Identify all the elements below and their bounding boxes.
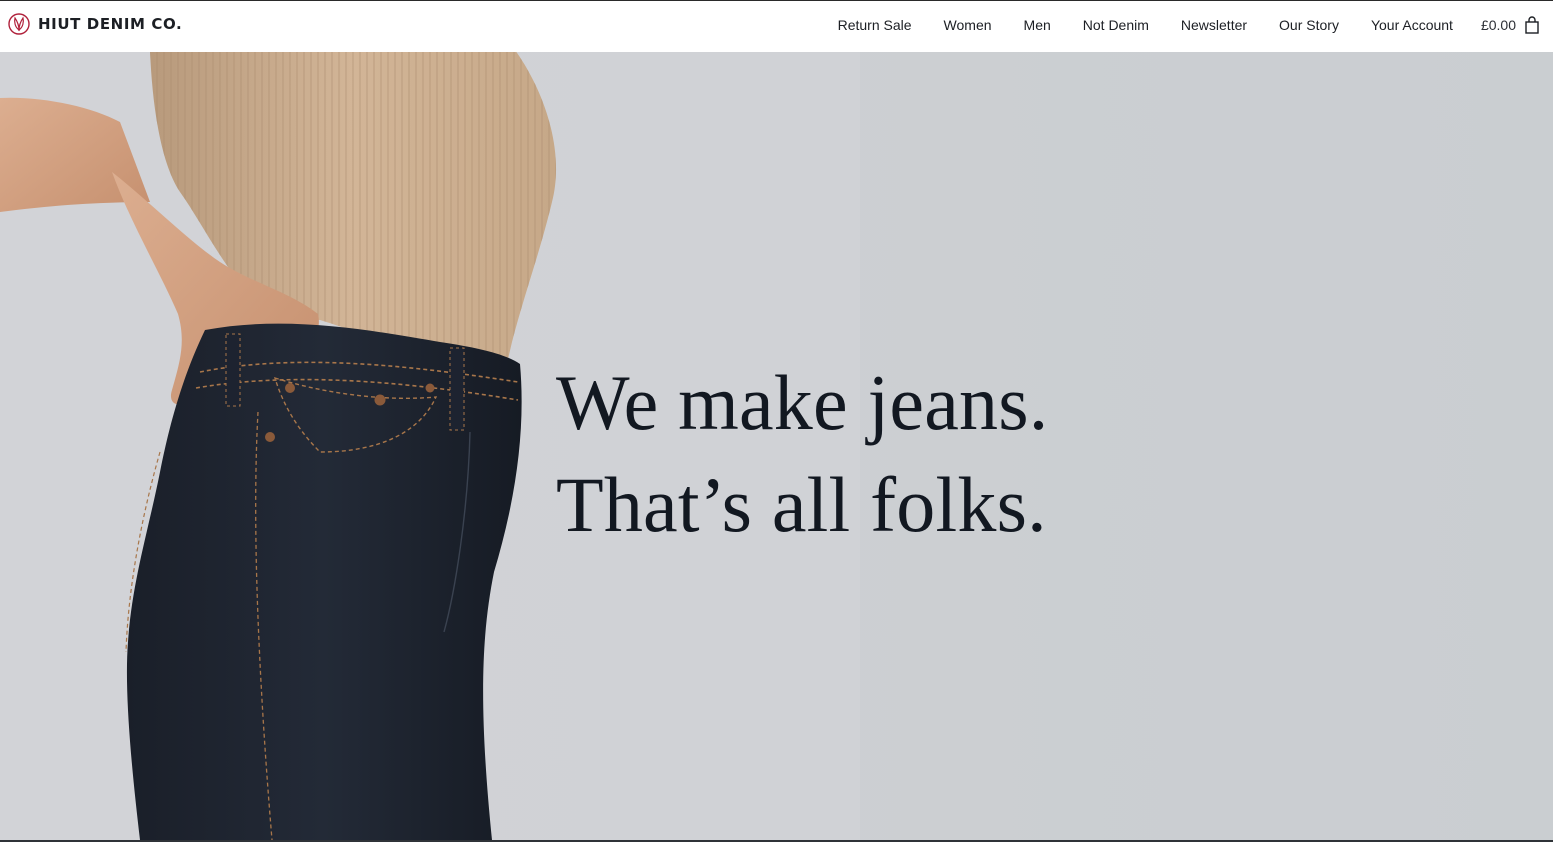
nav-our-story[interactable]: Our Story bbox=[1279, 17, 1339, 33]
cart-total[interactable]: £0.00 bbox=[1481, 17, 1516, 33]
nav-women[interactable]: Women bbox=[944, 17, 992, 33]
hero-headline-line-1: We make jeans. bbox=[556, 359, 1049, 446]
hiut-leaf-logo-icon bbox=[8, 13, 30, 35]
shopping-bag-icon[interactable] bbox=[1525, 15, 1539, 34]
hero-headline: We make jeans. That’s all folks. bbox=[556, 352, 1048, 556]
nav-your-account[interactable]: Your Account bbox=[1371, 17, 1453, 33]
hero-headline-line-2: That’s all folks. bbox=[556, 461, 1047, 548]
hero-banner: We make jeans. That’s all folks. bbox=[0, 52, 1553, 840]
nav-not-denim[interactable]: Not Denim bbox=[1083, 17, 1149, 33]
brand-name: HIUT DENIM CO. bbox=[38, 15, 183, 33]
nav-return-sale[interactable]: Return Sale bbox=[838, 17, 912, 33]
nav-newsletter[interactable]: Newsletter bbox=[1181, 17, 1247, 33]
site-header: HIUT DENIM CO. Return Sale Women Men Not… bbox=[0, 1, 1553, 52]
brand-logo-link[interactable]: HIUT DENIM CO. bbox=[8, 12, 182, 36]
main-nav: Return Sale Women Men Not Denim Newslett… bbox=[838, 1, 1539, 48]
nav-men[interactable]: Men bbox=[1024, 17, 1051, 33]
